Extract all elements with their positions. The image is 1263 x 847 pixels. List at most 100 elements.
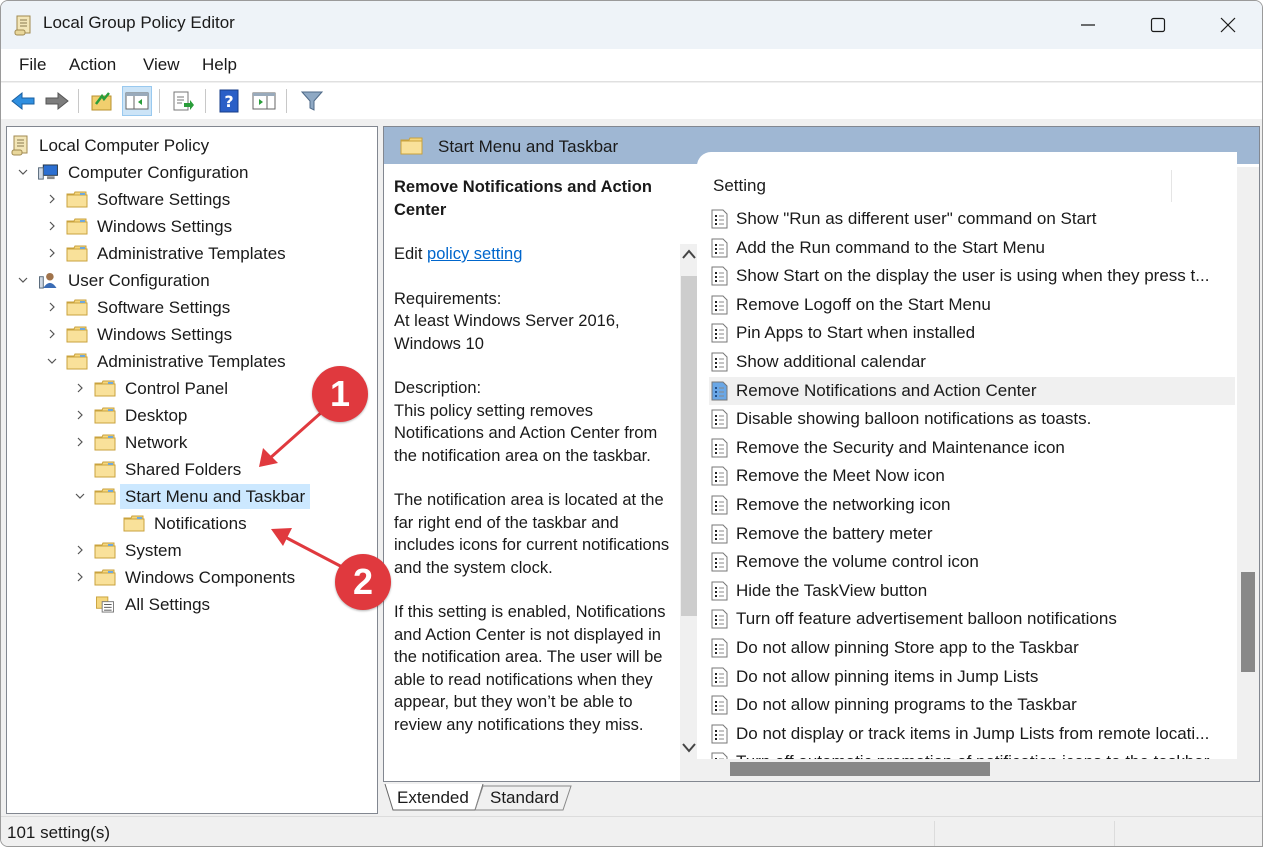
- export-list-button[interactable]: [168, 86, 198, 116]
- list-item[interactable]: Show additional calendar: [709, 348, 1235, 376]
- show-hide-action-pane-button[interactable]: [249, 86, 279, 116]
- chevron-right-icon[interactable]: [74, 544, 86, 556]
- policy-setting-icon: [711, 266, 728, 286]
- menu-action[interactable]: Action: [69, 55, 116, 75]
- chevron-down-icon[interactable]: [17, 274, 29, 286]
- tree-item-local-computer-policy[interactable]: Local Computer Policy: [10, 132, 214, 158]
- list-item[interactable]: Hide the TaskView button: [709, 577, 1235, 605]
- setting-label: Remove the Security and Maintenance icon: [736, 437, 1065, 457]
- status-divider: [1114, 821, 1115, 846]
- forward-button[interactable]: [42, 86, 72, 116]
- tree-item-user-configuration[interactable]: User Configuration: [37, 267, 215, 293]
- column-header-setting[interactable]: Setting: [713, 176, 766, 196]
- maximize-button[interactable]: [1123, 1, 1193, 49]
- chevron-down-icon[interactable]: [17, 166, 29, 178]
- chevron-down-icon[interactable]: [46, 355, 58, 367]
- list-item[interactable]: Remove the networking icon: [709, 491, 1235, 519]
- list-item[interactable]: Disable showing balloon notifications as…: [709, 405, 1235, 433]
- tree-item-computer-configuration[interactable]: Computer Configuration: [37, 159, 253, 185]
- chevron-right-icon[interactable]: [74, 382, 86, 394]
- list-item[interactable]: Do not allow pinning items in Jump Lists: [709, 663, 1235, 691]
- tab-standard[interactable]: Standard: [476, 784, 573, 812]
- back-button[interactable]: [8, 86, 38, 116]
- menu-view[interactable]: View: [143, 55, 180, 75]
- tree-item-windows-components[interactable]: Windows Components: [94, 564, 300, 590]
- tree-item-windows-settings[interactable]: Windows Settings: [66, 213, 237, 239]
- chevron-right-icon[interactable]: [46, 328, 58, 340]
- setting-label: Remove the battery meter: [736, 523, 933, 543]
- scroll-up-icon[interactable]: [682, 248, 696, 260]
- tree-item-control-panel[interactable]: Control Panel: [94, 375, 233, 401]
- policy-setting-icon: [711, 581, 728, 601]
- folder-icon: [94, 380, 116, 396]
- tree-item-administrative-templates[interactable]: Administrative Templates: [66, 240, 291, 266]
- folder-icon: [94, 407, 116, 423]
- tree-item-label: Computer Configuration: [68, 162, 249, 182]
- settings-vertical-scroll-thumb[interactable]: [1241, 572, 1255, 672]
- settings-list: Setting Show "Run as different user" com…: [697, 152, 1237, 781]
- tree-item-software-settings[interactable]: Software Settings: [66, 186, 235, 212]
- tree-item-software-settings[interactable]: Software Settings: [66, 294, 235, 320]
- chevron-right-icon[interactable]: [74, 571, 86, 583]
- policy-setting-link[interactable]: policy setting: [427, 245, 522, 263]
- list-item[interactable]: Remove Logoff on the Start Menu: [709, 291, 1235, 319]
- policy-setting-icon: [711, 352, 728, 372]
- chevron-down-icon[interactable]: [74, 490, 86, 502]
- tree-item-desktop[interactable]: Desktop: [94, 402, 192, 428]
- scroll-down-icon[interactable]: [682, 742, 696, 754]
- chevron-right-icon[interactable]: [46, 193, 58, 205]
- settings-horizontal-scrollbar[interactable]: [697, 759, 1237, 781]
- annotation-callout-1: 1: [312, 366, 368, 422]
- up-one-level-button[interactable]: [87, 86, 117, 116]
- list-item[interactable]: Pin Apps to Start when installed: [709, 319, 1235, 347]
- tree-item-network[interactable]: Network: [94, 429, 192, 455]
- folder-icon: [66, 326, 88, 342]
- list-item[interactable]: Do not allow pinning Store app to the Ta…: [709, 634, 1235, 662]
- toolbar-separator: [286, 89, 287, 113]
- chevron-right-icon[interactable]: [46, 301, 58, 313]
- list-item[interactable]: Remove the battery meter: [709, 520, 1235, 548]
- export-list-icon: [173, 91, 194, 111]
- tree-item-notifications[interactable]: Notifications: [123, 510, 252, 536]
- chevron-right-icon[interactable]: [46, 220, 58, 232]
- list-item[interactable]: Do not allow pinning programs to the Tas…: [709, 691, 1235, 719]
- tree-item-all-settings[interactable]: All Settings: [94, 591, 215, 617]
- chevron-right-icon[interactable]: [74, 409, 86, 421]
- list-item[interactable]: Show Start on the display the user is us…: [709, 262, 1235, 290]
- policy-setting-icon: [711, 323, 728, 343]
- list-item[interactable]: Show "Run as different user" command on …: [709, 205, 1235, 233]
- description-scrollbar[interactable]: [680, 244, 698, 781]
- help-button[interactable]: ?: [214, 86, 244, 116]
- chevron-right-icon[interactable]: [74, 436, 86, 448]
- folder-up-icon: [91, 92, 112, 111]
- policy-setting-icon: [711, 695, 728, 715]
- menu-help[interactable]: Help: [202, 55, 237, 75]
- chevron-right-icon[interactable]: [46, 247, 58, 259]
- close-button[interactable]: [1193, 1, 1262, 49]
- list-item[interactable]: Do not display or track items in Jump Li…: [709, 720, 1235, 748]
- menu-file[interactable]: File: [19, 55, 46, 75]
- list-item[interactable]: Turn off feature advertisement balloon n…: [709, 605, 1235, 633]
- tree-item-windows-settings[interactable]: Windows Settings: [66, 321, 237, 347]
- tree-item-shared-folders[interactable]: Shared Folders: [94, 456, 246, 482]
- minimize-button[interactable]: [1053, 1, 1123, 49]
- policy-setting-icon: [711, 724, 728, 744]
- tree-item-start-menu-and-taskbar[interactable]: Start Menu and Taskbar: [94, 483, 311, 509]
- list-item[interactable]: Add the Run command to the Start Menu: [709, 234, 1235, 262]
- list-item[interactable]: Remove the Meet Now icon: [709, 462, 1235, 490]
- folder-icon: [400, 137, 423, 155]
- tab-extended[interactable]: Extended: [383, 784, 483, 812]
- setting-label: Remove the networking icon: [736, 495, 951, 514]
- tree-item-system[interactable]: System: [94, 537, 187, 563]
- description-scroll-thumb[interactable]: [681, 276, 697, 616]
- list-item[interactable]: Remove the Security and Maintenance icon: [709, 434, 1235, 462]
- settings-horizontal-scroll-thumb[interactable]: [730, 762, 990, 776]
- tree-item-administrative-templates[interactable]: Administrative Templates: [66, 348, 291, 374]
- list-item[interactable]: Remove Notifications and Action Center: [709, 376, 1235, 405]
- show-hide-console-tree-button[interactable]: [122, 86, 152, 116]
- folder-icon: [66, 299, 88, 315]
- list-item[interactable]: Remove the volume control icon: [709, 548, 1235, 576]
- settings-vertical-scrollbar[interactable]: [1237, 167, 1259, 781]
- description-paragraph: If this setting is enabled, Notification…: [394, 603, 666, 734]
- filter-button[interactable]: [297, 86, 327, 116]
